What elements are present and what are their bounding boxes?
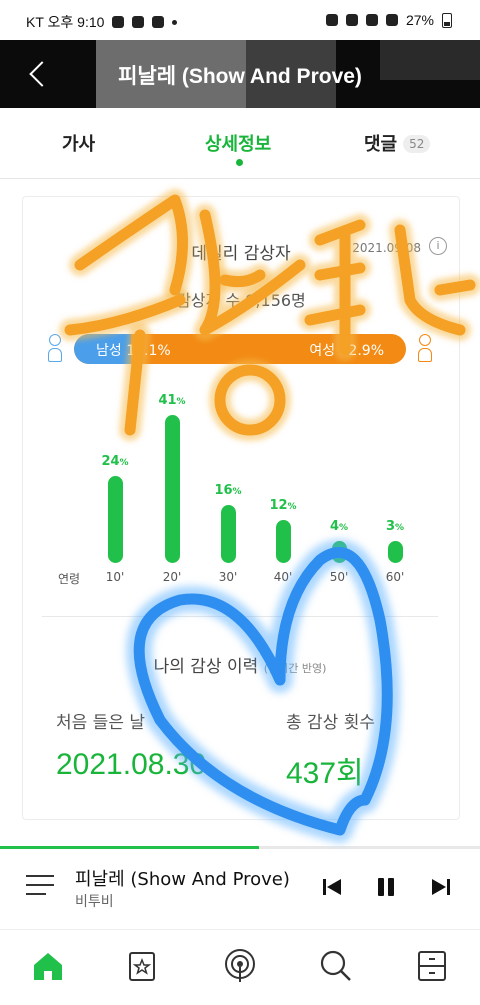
tab-bar: 가사 상세정보 댓글 52	[0, 108, 480, 179]
listener-count: 감상자 수 9,156명	[176, 291, 306, 310]
play-count-value: 437회	[286, 757, 364, 790]
now-playing-title[interactable]: 피날레 (Show And Prove)	[75, 865, 290, 891]
playlist-button[interactable]	[26, 875, 54, 899]
first-listen-date: 2021.08.30	[56, 748, 207, 781]
status-bar: KT 오후 9:10 27%	[0, 0, 480, 40]
divider	[42, 616, 438, 617]
female-label: 여성 82.9%	[309, 343, 384, 359]
tab-lyrics[interactable]: 가사	[62, 130, 95, 156]
header: 피날레 (Show And Prove)	[0, 40, 480, 108]
nav-library[interactable]	[122, 948, 162, 984]
next-icon	[432, 879, 450, 895]
signal-icon	[385, 14, 398, 26]
history-title-text: 나의 감상 이력	[153, 657, 259, 677]
wifi-icon	[365, 14, 378, 26]
more-dot-icon	[172, 19, 178, 25]
nav-storage[interactable]	[412, 948, 452, 984]
next-button[interactable]	[427, 873, 455, 901]
battery-percent: 27%	[405, 12, 434, 28]
history-note: (실시간 반영)	[263, 662, 327, 675]
male-label: 남성 17.1%	[96, 343, 171, 359]
mini-player: 피날레 (Show And Prove) 비투비	[0, 849, 480, 930]
nav-search[interactable]	[316, 948, 356, 984]
previous-icon	[323, 879, 341, 895]
battery-icon	[442, 12, 452, 28]
previous-button[interactable]	[318, 873, 346, 901]
tab-comments[interactable]: 댓글 52	[364, 130, 431, 156]
first-listen-label: 처음 들은 날	[56, 713, 146, 733]
daily-date: 2021.09.08	[352, 241, 421, 255]
history-title: 나의 감상 이력 (실시간 반영)	[0, 652, 480, 677]
home-icon	[34, 953, 62, 980]
tab-comments-label: 댓글	[364, 134, 398, 155]
bottom-navigation	[0, 930, 480, 1005]
carrier-time: KT 오후 9:10	[26, 14, 105, 30]
info-icon[interactable]: i	[429, 237, 447, 255]
nav-radio[interactable]	[220, 948, 260, 984]
gender-bar: 남성 17.1% 여성 82.9%	[74, 334, 406, 364]
play-count-label: 총 감상 횟수	[286, 713, 376, 733]
search-icon	[320, 950, 351, 981]
active-tab-indicator	[236, 159, 243, 166]
pause-button[interactable]	[372, 873, 400, 901]
alarm-icon	[325, 14, 338, 26]
library-icon	[129, 952, 155, 981]
mail-icon	[152, 16, 165, 28]
kakaotalk-icon	[112, 16, 125, 28]
tab-details[interactable]: 상세정보	[205, 130, 271, 156]
podcast-icon	[225, 949, 255, 982]
page-title: 피날레 (Show And Prove)	[118, 65, 362, 88]
gender-ratio: 남성 17.1% 여성 82.9%	[48, 334, 432, 368]
male-icon	[46, 334, 64, 364]
mute-icon	[345, 14, 358, 26]
pause-icon	[378, 878, 394, 896]
now-playing-artist[interactable]: 비투비	[75, 891, 114, 911]
drawer-icon	[418, 951, 446, 981]
comment-count-badge: 52	[403, 135, 431, 153]
notification-icon	[132, 16, 145, 28]
nav-home[interactable]	[28, 948, 68, 984]
female-icon	[416, 334, 434, 364]
